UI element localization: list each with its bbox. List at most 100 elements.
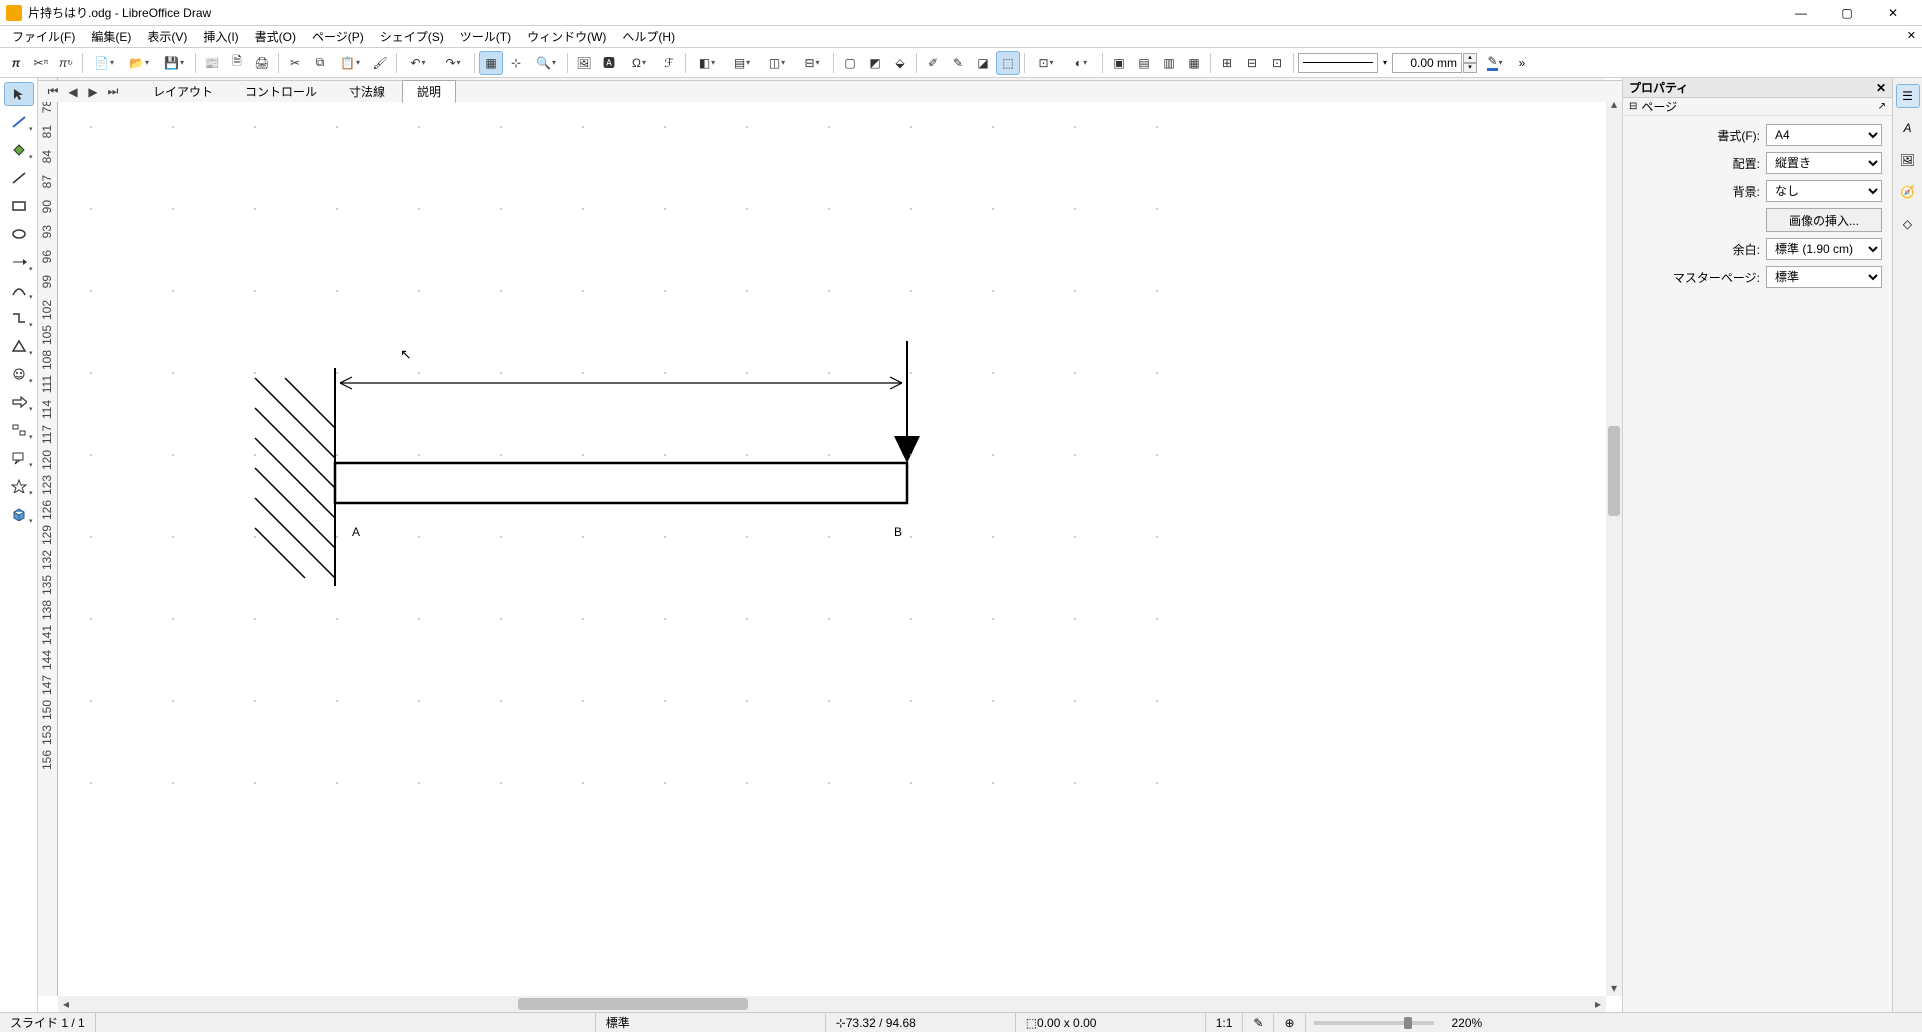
connector-tool[interactable]: ▾ — [4, 306, 34, 330]
menu-format[interactable]: 書式(O) — [247, 26, 304, 47]
menu-window[interactable]: ウィンドウ(W) — [519, 26, 614, 47]
align-objects-button[interactable]: ▤▾ — [725, 51, 759, 75]
insert-image-button[interactable]: 🖼 — [572, 51, 596, 75]
layer-tab-description[interactable]: 説明 — [402, 80, 456, 103]
menu-edit[interactable]: 編集(E) — [83, 26, 139, 47]
filter-button[interactable]: ⬙ — [888, 51, 912, 75]
print-button[interactable]: 🖨 — [250, 51, 274, 75]
callout-tool[interactable]: ▾ — [4, 446, 34, 470]
toolbar-overflow-icon[interactable]: » — [1513, 56, 1531, 70]
background-select[interactable]: なし — [1766, 180, 1882, 202]
shadow-button[interactable]: ▢ — [838, 51, 862, 75]
rectangle-tool[interactable] — [4, 194, 34, 218]
scroll-down-icon[interactable]: ▾ — [1606, 980, 1622, 996]
fill-color-tool[interactable]: ▾ — [4, 138, 34, 162]
orientation-select[interactable]: 縦置き — [1766, 152, 1882, 174]
line-width-spinner[interactable]: ▴▾ — [1463, 53, 1477, 73]
status-zoom[interactable]: 220% — [1442, 1013, 1493, 1032]
cut-button[interactable]: ✂ — [283, 51, 307, 75]
menu-insert[interactable]: 挿入(I) — [195, 26, 246, 47]
layer-tab-control[interactable]: コントロール — [230, 80, 332, 103]
sidetab-gallery[interactable]: 🖼 — [1896, 148, 1920, 172]
enter-group-button[interactable]: ⊡ — [1265, 51, 1289, 75]
status-signature-icon[interactable]: ✎ — [1243, 1013, 1274, 1032]
minimize-button[interactable]: ― — [1778, 0, 1824, 26]
line-style-dropdown-icon[interactable]: ▾ — [1379, 58, 1391, 67]
flip-button[interactable]: ◐▾ — [1064, 51, 1098, 75]
prev-layer-button[interactable]: ◀ — [64, 83, 82, 101]
flowchart-tool[interactable]: ▾ — [4, 418, 34, 442]
horizontal-scrollbar[interactable]: ◂ ▸ — [58, 996, 1606, 1012]
page[interactable]: A B ↖ — [58, 96, 1188, 816]
arrange-button[interactable]: ◫▾ — [760, 51, 794, 75]
basic-shapes-tool[interactable]: ▾ — [4, 334, 34, 358]
scroll-left-icon[interactable]: ◂ — [58, 996, 74, 1012]
paste-button[interactable]: 📋▾ — [333, 51, 367, 75]
line-tool[interactable] — [4, 166, 34, 190]
vertical-ruler[interactable]: 7881848790939699102105108111114117120123… — [38, 96, 58, 996]
insert-special-char-button[interactable]: Ω▾ — [622, 51, 656, 75]
forward-button[interactable]: ▤ — [1132, 51, 1156, 75]
hscroll-thumb[interactable] — [518, 998, 748, 1010]
formula-pi-icon[interactable]: π — [4, 51, 28, 75]
vertical-scrollbar[interactable]: ▴ ▾ — [1606, 96, 1622, 996]
last-layer-button[interactable]: ⏭ — [104, 83, 122, 101]
maximize-button[interactable]: ▢ — [1824, 0, 1870, 26]
insert-image-button-side[interactable]: 画像の挿入... — [1766, 208, 1882, 232]
export-pdf-button[interactable]: 📰 — [200, 51, 224, 75]
layer-tab-dimension[interactable]: 寸法線 — [334, 80, 400, 103]
ungroup-button[interactable]: ⊟ — [1240, 51, 1264, 75]
extrusion-button[interactable]: ◪ — [971, 51, 995, 75]
group-button[interactable]: ⊞ — [1215, 51, 1239, 75]
first-layer-button[interactable]: ⏮ — [44, 83, 62, 101]
print-preview-button[interactable]: 🗎 — [225, 51, 249, 75]
snap-guides-button[interactable]: ⊹ — [504, 51, 528, 75]
sidetab-properties[interactable]: ☰ — [1896, 84, 1920, 108]
scroll-right-icon[interactable]: ▸ — [1590, 996, 1606, 1012]
glue-points-button[interactable]: ✎ — [946, 51, 970, 75]
grid-toggle-button[interactable]: ▦ — [479, 51, 503, 75]
transform-button[interactable]: ◧▾ — [690, 51, 724, 75]
symbol-shapes-tool[interactable]: ▾ — [4, 362, 34, 386]
line-width-input[interactable] — [1392, 53, 1462, 73]
3d-objects-tool[interactable]: ▾ — [4, 502, 34, 526]
insert-textbox-button[interactable]: 🅰 — [597, 51, 621, 75]
section-more-icon[interactable]: ↗ — [1878, 101, 1886, 112]
sidetab-shapes[interactable]: ◇ — [1896, 212, 1920, 236]
distribute-button[interactable]: ⊟▾ — [795, 51, 829, 75]
layer-tab-layout[interactable]: レイアウト — [138, 80, 228, 103]
new-document-button[interactable]: 📄▾ — [87, 51, 121, 75]
bring-front-button[interactable]: ▣ — [1107, 51, 1131, 75]
zoom-slider[interactable] — [1314, 1021, 1434, 1025]
menu-tools[interactable]: ツール(T) — [452, 26, 519, 47]
redo-button[interactable]: ↷▾ — [436, 51, 470, 75]
curve-tool[interactable]: ▾ — [4, 278, 34, 302]
menu-shape[interactable]: シェイプ(S) — [372, 26, 452, 47]
block-arrows-tool[interactable]: ▾ — [4, 390, 34, 414]
sidetab-styles[interactable]: A — [1896, 116, 1920, 140]
formula-convert-icon[interactable]: π↻ — [54, 51, 78, 75]
formula-tools-icon[interactable]: ✂π — [29, 51, 53, 75]
edit-points-button[interactable]: ✐ — [921, 51, 945, 75]
menu-view[interactable]: 表示(V) — [139, 26, 195, 47]
crop-button[interactable]: ◩ — [863, 51, 887, 75]
document-close-icon[interactable]: ✕ — [1907, 29, 1916, 42]
toggle-3d-button[interactable]: ⬚ — [996, 51, 1020, 75]
zoom-button[interactable]: 🔍▾ — [529, 51, 563, 75]
status-scale[interactable]: 1:1 — [1206, 1013, 1244, 1032]
sidebar-close-icon[interactable]: ✕ — [1876, 81, 1886, 95]
zoom-knob[interactable] — [1404, 1017, 1412, 1029]
sidetab-navigator[interactable]: 🧭 — [1896, 180, 1920, 204]
close-button[interactable]: ✕ — [1870, 0, 1916, 26]
arrow-line-tool[interactable]: ▾ — [4, 250, 34, 274]
select-tool[interactable] — [4, 82, 34, 106]
master-select[interactable]: 標準 — [1766, 266, 1882, 288]
copy-button[interactable]: ⧉ — [308, 51, 332, 75]
undo-button[interactable]: ↶▾ — [401, 51, 435, 75]
vscroll-thumb[interactable] — [1608, 426, 1620, 516]
open-button[interactable]: 📂▾ — [122, 51, 156, 75]
clone-format-button[interactable]: 🖌 — [368, 51, 392, 75]
format-select[interactable]: A4 — [1766, 124, 1882, 146]
line-color-tool[interactable]: ▾ — [4, 110, 34, 134]
stars-tool[interactable]: ▾ — [4, 474, 34, 498]
